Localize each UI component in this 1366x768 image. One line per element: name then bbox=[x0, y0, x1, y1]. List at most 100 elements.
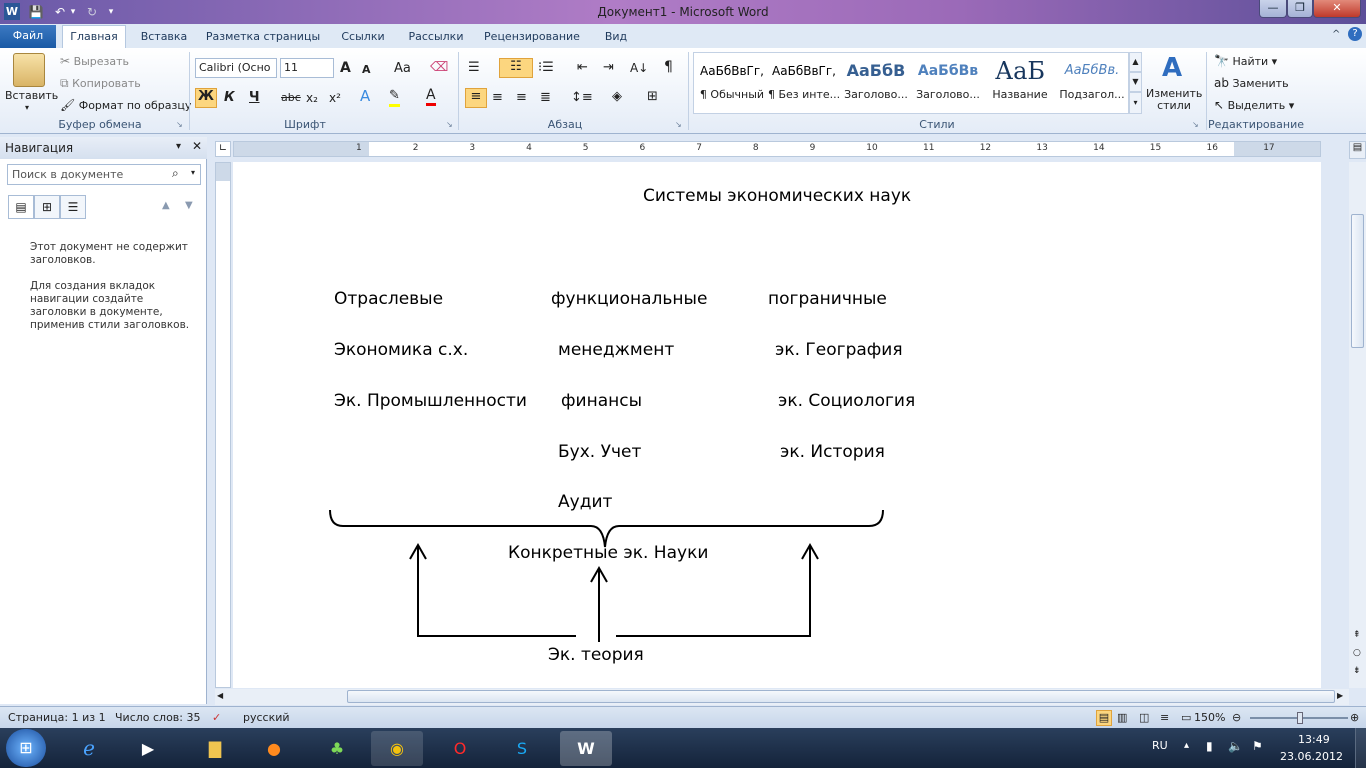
paragraph-dialog-launcher[interactable]: ↘ bbox=[675, 120, 682, 129]
nav-tab-results[interactable]: ☰ bbox=[60, 195, 86, 219]
numbering-icon[interactable]: ☷ bbox=[499, 58, 533, 78]
redo-icon[interactable]: ↻ bbox=[84, 3, 100, 21]
sort-icon[interactable]: A↓ bbox=[630, 60, 648, 76]
change-styles-icon[interactable]: A bbox=[1157, 53, 1187, 83]
tab-mailings[interactable]: Рассылки bbox=[401, 27, 471, 47]
outline-icon[interactable]: ≡ bbox=[1160, 707, 1169, 729]
tab-review[interactable]: Рецензирование bbox=[478, 27, 586, 47]
ie-icon[interactable]: ℯ bbox=[63, 731, 115, 766]
nav-tab-pages[interactable]: ⊞ bbox=[34, 195, 60, 219]
paste-dropdown-icon[interactable]: ▾ bbox=[25, 100, 29, 116]
nav-next-icon[interactable]: ▼ bbox=[185, 200, 193, 211]
align-center-icon[interactable]: ≡ bbox=[492, 90, 503, 106]
show-desktop-button[interactable] bbox=[1355, 728, 1366, 768]
decrease-indent-icon[interactable]: ⇤ bbox=[577, 60, 588, 76]
tab-view[interactable]: Вид bbox=[597, 27, 635, 47]
style-no-spacing[interactable]: АаБбВвГг, ¶ Без инте... bbox=[768, 54, 840, 110]
tray-expand-icon[interactable]: ▴ bbox=[1184, 740, 1189, 751]
print-layout-icon[interactable]: ▤ bbox=[1096, 710, 1112, 726]
tray-date[interactable]: 23.06.2012 bbox=[1280, 750, 1343, 763]
status-words[interactable]: Число слов: 35 bbox=[115, 707, 201, 729]
style-normal[interactable]: АаБбВвГг, ¶ Обычный bbox=[696, 54, 768, 110]
spellcheck-icon[interactable]: ✓ bbox=[212, 707, 221, 729]
strikethrough-button[interactable]: abc bbox=[281, 90, 301, 106]
font-size-combo[interactable]: 11 bbox=[280, 58, 334, 78]
scroll-thumb[interactable] bbox=[1351, 214, 1364, 348]
clipboard-dialog-launcher[interactable]: ↘ bbox=[176, 120, 183, 129]
font-color-button[interactable]: A bbox=[426, 87, 436, 106]
multilevel-list-icon[interactable]: ⁝☰ bbox=[538, 60, 554, 76]
tray-language[interactable]: RU bbox=[1152, 739, 1168, 752]
minimize-ribbon-icon[interactable]: ^ bbox=[1332, 29, 1344, 40]
paste-icon[interactable] bbox=[13, 53, 45, 87]
align-right-icon[interactable]: ≡ bbox=[516, 90, 527, 106]
horizontal-ruler[interactable]: 1 2 3 4 5 6 7 8 9 10 11 12 13 14 15 16 17 bbox=[233, 141, 1321, 157]
shrink-font-button[interactable]: A bbox=[362, 62, 371, 78]
explorer-icon[interactable]: ▇ bbox=[189, 731, 241, 766]
style-subtitle[interactable]: АаБбВв. Подзагол... bbox=[1056, 54, 1128, 110]
hscroll-thumb[interactable] bbox=[347, 690, 1335, 703]
search-icon[interactable]: ⌕ bbox=[172, 166, 179, 181]
nav-prev-icon[interactable]: ▲ bbox=[162, 200, 170, 211]
status-language[interactable]: русский bbox=[243, 707, 290, 729]
tab-file[interactable]: Файл bbox=[0, 25, 56, 48]
prev-page-icon[interactable]: ⇞ bbox=[1353, 630, 1361, 640]
save-icon[interactable]: 💾 bbox=[28, 3, 44, 21]
tray-time[interactable]: 13:49 bbox=[1298, 733, 1330, 746]
change-case-button[interactable]: Aa bbox=[394, 61, 411, 77]
style-heading-2[interactable]: АаБбВв Заголово... bbox=[912, 54, 984, 110]
view-ruler-icon[interactable]: ▤ bbox=[1349, 141, 1366, 159]
start-button[interactable]: ⊞ bbox=[6, 729, 46, 767]
customize-qat-icon[interactable]: ▾ bbox=[106, 3, 116, 21]
word-taskbar-icon[interactable]: W bbox=[560, 731, 612, 766]
web-layout-icon[interactable]: ◫ bbox=[1139, 707, 1149, 729]
nav-tab-headings[interactable]: ▤ bbox=[8, 195, 34, 219]
underline-button[interactable]: Ч bbox=[249, 90, 260, 106]
draft-icon[interactable]: ▭ bbox=[1181, 707, 1191, 729]
maximize-button[interactable]: ❐ bbox=[1287, 0, 1313, 18]
skype-icon[interactable]: S bbox=[496, 731, 548, 766]
format-painter-button[interactable]: 🖌 Формат по образцу bbox=[60, 97, 191, 114]
find-button[interactable]: 🔭 Найти ▾ bbox=[1214, 53, 1277, 70]
shading-icon[interactable]: ◈ bbox=[612, 89, 622, 105]
styles-scroll-up-icon[interactable]: ▲ bbox=[1129, 52, 1142, 72]
zoom-out-icon[interactable]: ⊖ bbox=[1232, 707, 1241, 729]
search-dropdown-icon[interactable]: ▾ bbox=[191, 168, 195, 177]
subscript-button[interactable]: x₂ bbox=[306, 90, 318, 106]
horizontal-scrollbar[interactable]: ◀ ▶ bbox=[215, 689, 1349, 705]
replace-button[interactable]: ab Заменить bbox=[1214, 75, 1289, 92]
borders-icon[interactable]: ⊞ bbox=[647, 89, 658, 105]
browse-object-icon[interactable]: ○ bbox=[1353, 648, 1361, 658]
minimize-button[interactable]: — bbox=[1259, 0, 1287, 18]
select-button[interactable]: ↖ Выделить ▾ bbox=[1214, 97, 1294, 114]
grow-font-button[interactable]: A bbox=[340, 60, 351, 76]
tray-flag-icon[interactable]: ⚑ bbox=[1252, 739, 1263, 753]
tab-insert[interactable]: Вставка bbox=[134, 27, 194, 47]
style-title[interactable]: АаБ Название bbox=[984, 54, 1056, 110]
tab-references[interactable]: Ссылки bbox=[333, 27, 393, 47]
scroll-left-icon[interactable]: ◀ bbox=[217, 691, 223, 700]
app-icon[interactable]: ♣ bbox=[311, 731, 363, 766]
full-screen-icon[interactable]: ▥ bbox=[1117, 707, 1127, 729]
show-marks-button[interactable]: ¶ bbox=[664, 59, 673, 75]
bold-button[interactable]: Ж bbox=[195, 88, 217, 108]
chrome-icon[interactable]: ◉ bbox=[371, 731, 423, 766]
media-player-icon[interactable]: ▶ bbox=[122, 731, 174, 766]
increase-indent-icon[interactable]: ⇥ bbox=[603, 60, 614, 76]
word-app-icon[interactable]: W bbox=[4, 3, 20, 20]
styles-scroll-down-icon[interactable]: ▼ bbox=[1129, 72, 1142, 92]
undo-icon[interactable]: ↶ bbox=[52, 3, 68, 21]
vertical-ruler[interactable] bbox=[215, 162, 231, 688]
cut-button[interactable]: ✂ Вырезать bbox=[60, 53, 129, 70]
zoom-level[interactable]: 150% bbox=[1194, 707, 1225, 729]
text-effects-icon[interactable]: A bbox=[360, 88, 370, 104]
tab-page-layout[interactable]: Разметка страницы bbox=[203, 27, 323, 47]
paste-button[interactable]: Вставить bbox=[5, 88, 58, 104]
ruler-tab-selector[interactable]: ∟ bbox=[215, 141, 231, 157]
align-left-icon[interactable]: ≡ bbox=[465, 88, 487, 108]
font-name-combo[interactable]: Calibri (Осно bbox=[195, 58, 277, 78]
highlight-icon[interactable]: ✎ bbox=[389, 88, 400, 107]
status-page[interactable]: Страница: 1 из 1 bbox=[8, 707, 106, 729]
font-dialog-launcher[interactable]: ↘ bbox=[446, 120, 453, 129]
nav-options-icon[interactable]: ▾ bbox=[176, 141, 181, 152]
